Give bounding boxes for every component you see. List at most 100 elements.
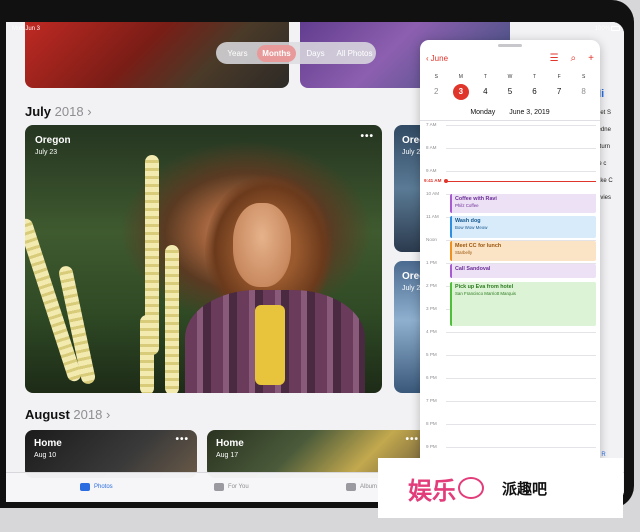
event-location: San Francisco Marriott Marquis (455, 291, 516, 296)
section-title-august[interactable]: August 2018 › (25, 407, 110, 422)
photo-card[interactable]: Home Aug 10 ••• (25, 430, 197, 478)
calendar-event[interactable]: Wash dog Bow Wow Meow (450, 216, 596, 238)
hour-label: Noon (426, 237, 437, 242)
watermark-logo: 娱乐 (408, 475, 456, 505)
hour-label: 7 AM (426, 122, 437, 127)
battery-percentage: 100% (594, 26, 610, 32)
day-number[interactable]: 6 (527, 84, 543, 100)
day-number[interactable]: 4 (477, 84, 493, 100)
weekday-label: F (557, 74, 561, 80)
back-to-month-button[interactable]: ‹ June (426, 54, 448, 63)
hour-row: 6 PM (420, 375, 600, 387)
day-timeline[interactable]: 7 AM 8 AM 9 AM 10 AM 11 AM Noon 1 PM 2 P… (420, 122, 600, 470)
card-label: Home Aug 10 (34, 438, 62, 459)
weekday-label: M (458, 74, 463, 80)
week-strip: S M T W T F S 2 3 4 5 6 7 8 (420, 74, 600, 100)
tab-photos[interactable]: Photos (80, 483, 113, 491)
weekday-label: W (507, 74, 513, 80)
tab-label: Photos (94, 484, 113, 490)
card-date: July 23 (35, 149, 58, 156)
hour-label: 3 PM (426, 306, 437, 311)
card-title: Home (216, 438, 244, 449)
card-label: Oregon July 23 (35, 135, 71, 156)
flower-stalk (165, 245, 179, 393)
current-time-indicator: 9:41 AM (420, 178, 600, 184)
more-options-icon[interactable]: ••• (360, 131, 374, 142)
photos-icon (80, 483, 90, 491)
hour-label: 6 PM (426, 375, 437, 380)
status-time: Mon Jun 3 (12, 26, 41, 32)
day-number[interactable]: 7 (551, 84, 567, 100)
hour-label: 8 AM (426, 145, 437, 150)
day-number[interactable]: 2 (428, 84, 444, 100)
hour-label: 9 AM (426, 168, 437, 173)
albums-icon (346, 483, 356, 491)
hour-row: 9 PM (420, 444, 600, 456)
watermark: 娱乐 派趣吧 (378, 458, 623, 518)
calendar-event[interactable]: Call Sandoval (450, 264, 596, 278)
watermark-text: 派趣吧 (502, 480, 548, 498)
hour-label: 1 PM (426, 260, 437, 265)
view-segmented-control: Years Months Days All Photos (216, 42, 376, 64)
hour-row: 8 PM (420, 421, 600, 433)
hour-row: 8 AM (420, 145, 600, 157)
event-location: Starbelly (455, 250, 473, 255)
selected-weekday: Monday (470, 109, 496, 116)
section-month: August (25, 407, 70, 422)
calendar-header: ‹ June ☰ ⌕ + (420, 52, 600, 68)
event-title: Wash dog (455, 218, 481, 224)
segment-days[interactable]: Days (296, 49, 335, 58)
card-label: Home Aug 17 (216, 438, 244, 459)
event-title: Coffee with Ravi (455, 196, 497, 202)
day-number-today[interactable]: 3 (452, 84, 469, 100)
hour-label: 4 PM (426, 329, 437, 334)
section-title-july[interactable]: July 2018 › (25, 104, 92, 119)
hour-row: 7 AM (420, 122, 600, 134)
card-title: Home (34, 438, 62, 449)
weekday-label: S (581, 74, 586, 80)
tab-for-you[interactable]: For You (214, 483, 249, 491)
calendar-event[interactable]: Pick up Eva from hotel San Francisco Mar… (450, 282, 596, 326)
chevron-right-icon: › (87, 104, 92, 119)
calendar-event[interactable]: Coffee with Ravi Philz Coffee (450, 194, 596, 213)
segment-years[interactable]: Years (218, 49, 257, 58)
hour-row: 7 PM (420, 398, 600, 410)
weekday-label: T (533, 74, 537, 80)
more-options-icon[interactable]: ••• (175, 434, 189, 445)
battery-icon (611, 26, 620, 31)
segment-months[interactable]: Months (257, 44, 296, 62)
hour-label: 7 PM (426, 398, 437, 403)
chevron-right-icon: › (105, 407, 111, 422)
device-frame: Years Months Days All Photos July 2018 › (0, 0, 640, 532)
subject-face (233, 203, 291, 287)
day-number[interactable]: 8 (576, 84, 592, 100)
hour-label: 5 PM (426, 352, 437, 357)
event-title: Pick up Eva from hotel (455, 284, 514, 290)
hour-label: 9 PM (426, 444, 437, 449)
section-year: 2018 (73, 407, 103, 422)
selected-full-date: June 3, 2019 (509, 109, 550, 116)
ipad-bezel: Years Months Days All Photos July 2018 › (0, 0, 634, 508)
slide-over-handle[interactable] (498, 44, 522, 47)
weekday-label: T (483, 74, 487, 80)
featured-photo-card[interactable]: Oregon July 23 ••• (25, 125, 382, 393)
weekday-label: S (434, 74, 438, 80)
event-location: Philz Coffee (455, 203, 479, 208)
calendar-event[interactable]: Meet CC for lunch Starbelly (450, 241, 596, 261)
hour-label: 11 AM (426, 214, 439, 219)
card-date: Aug 10 (34, 452, 57, 459)
section-month: July (25, 104, 52, 119)
search-icon[interactable]: ⌕ (571, 53, 577, 64)
more-options-icon[interactable]: ••• (405, 434, 419, 445)
hour-label: 8 PM (426, 421, 437, 426)
weekday-row: S M T W T F S (420, 74, 600, 80)
event-location: Bow Wow Meow (455, 225, 488, 230)
segment-all-photos[interactable]: All Photos (335, 49, 374, 58)
tab-albums[interactable]: Album (346, 483, 377, 491)
day-number[interactable]: 5 (502, 84, 518, 100)
status-bar: Mon Jun 3 100% (6, 22, 624, 36)
add-event-icon[interactable]: + (588, 53, 594, 64)
list-view-icon[interactable]: ☰ (550, 53, 559, 64)
for-you-icon (214, 483, 224, 491)
card-date: Aug 17 (216, 452, 239, 459)
